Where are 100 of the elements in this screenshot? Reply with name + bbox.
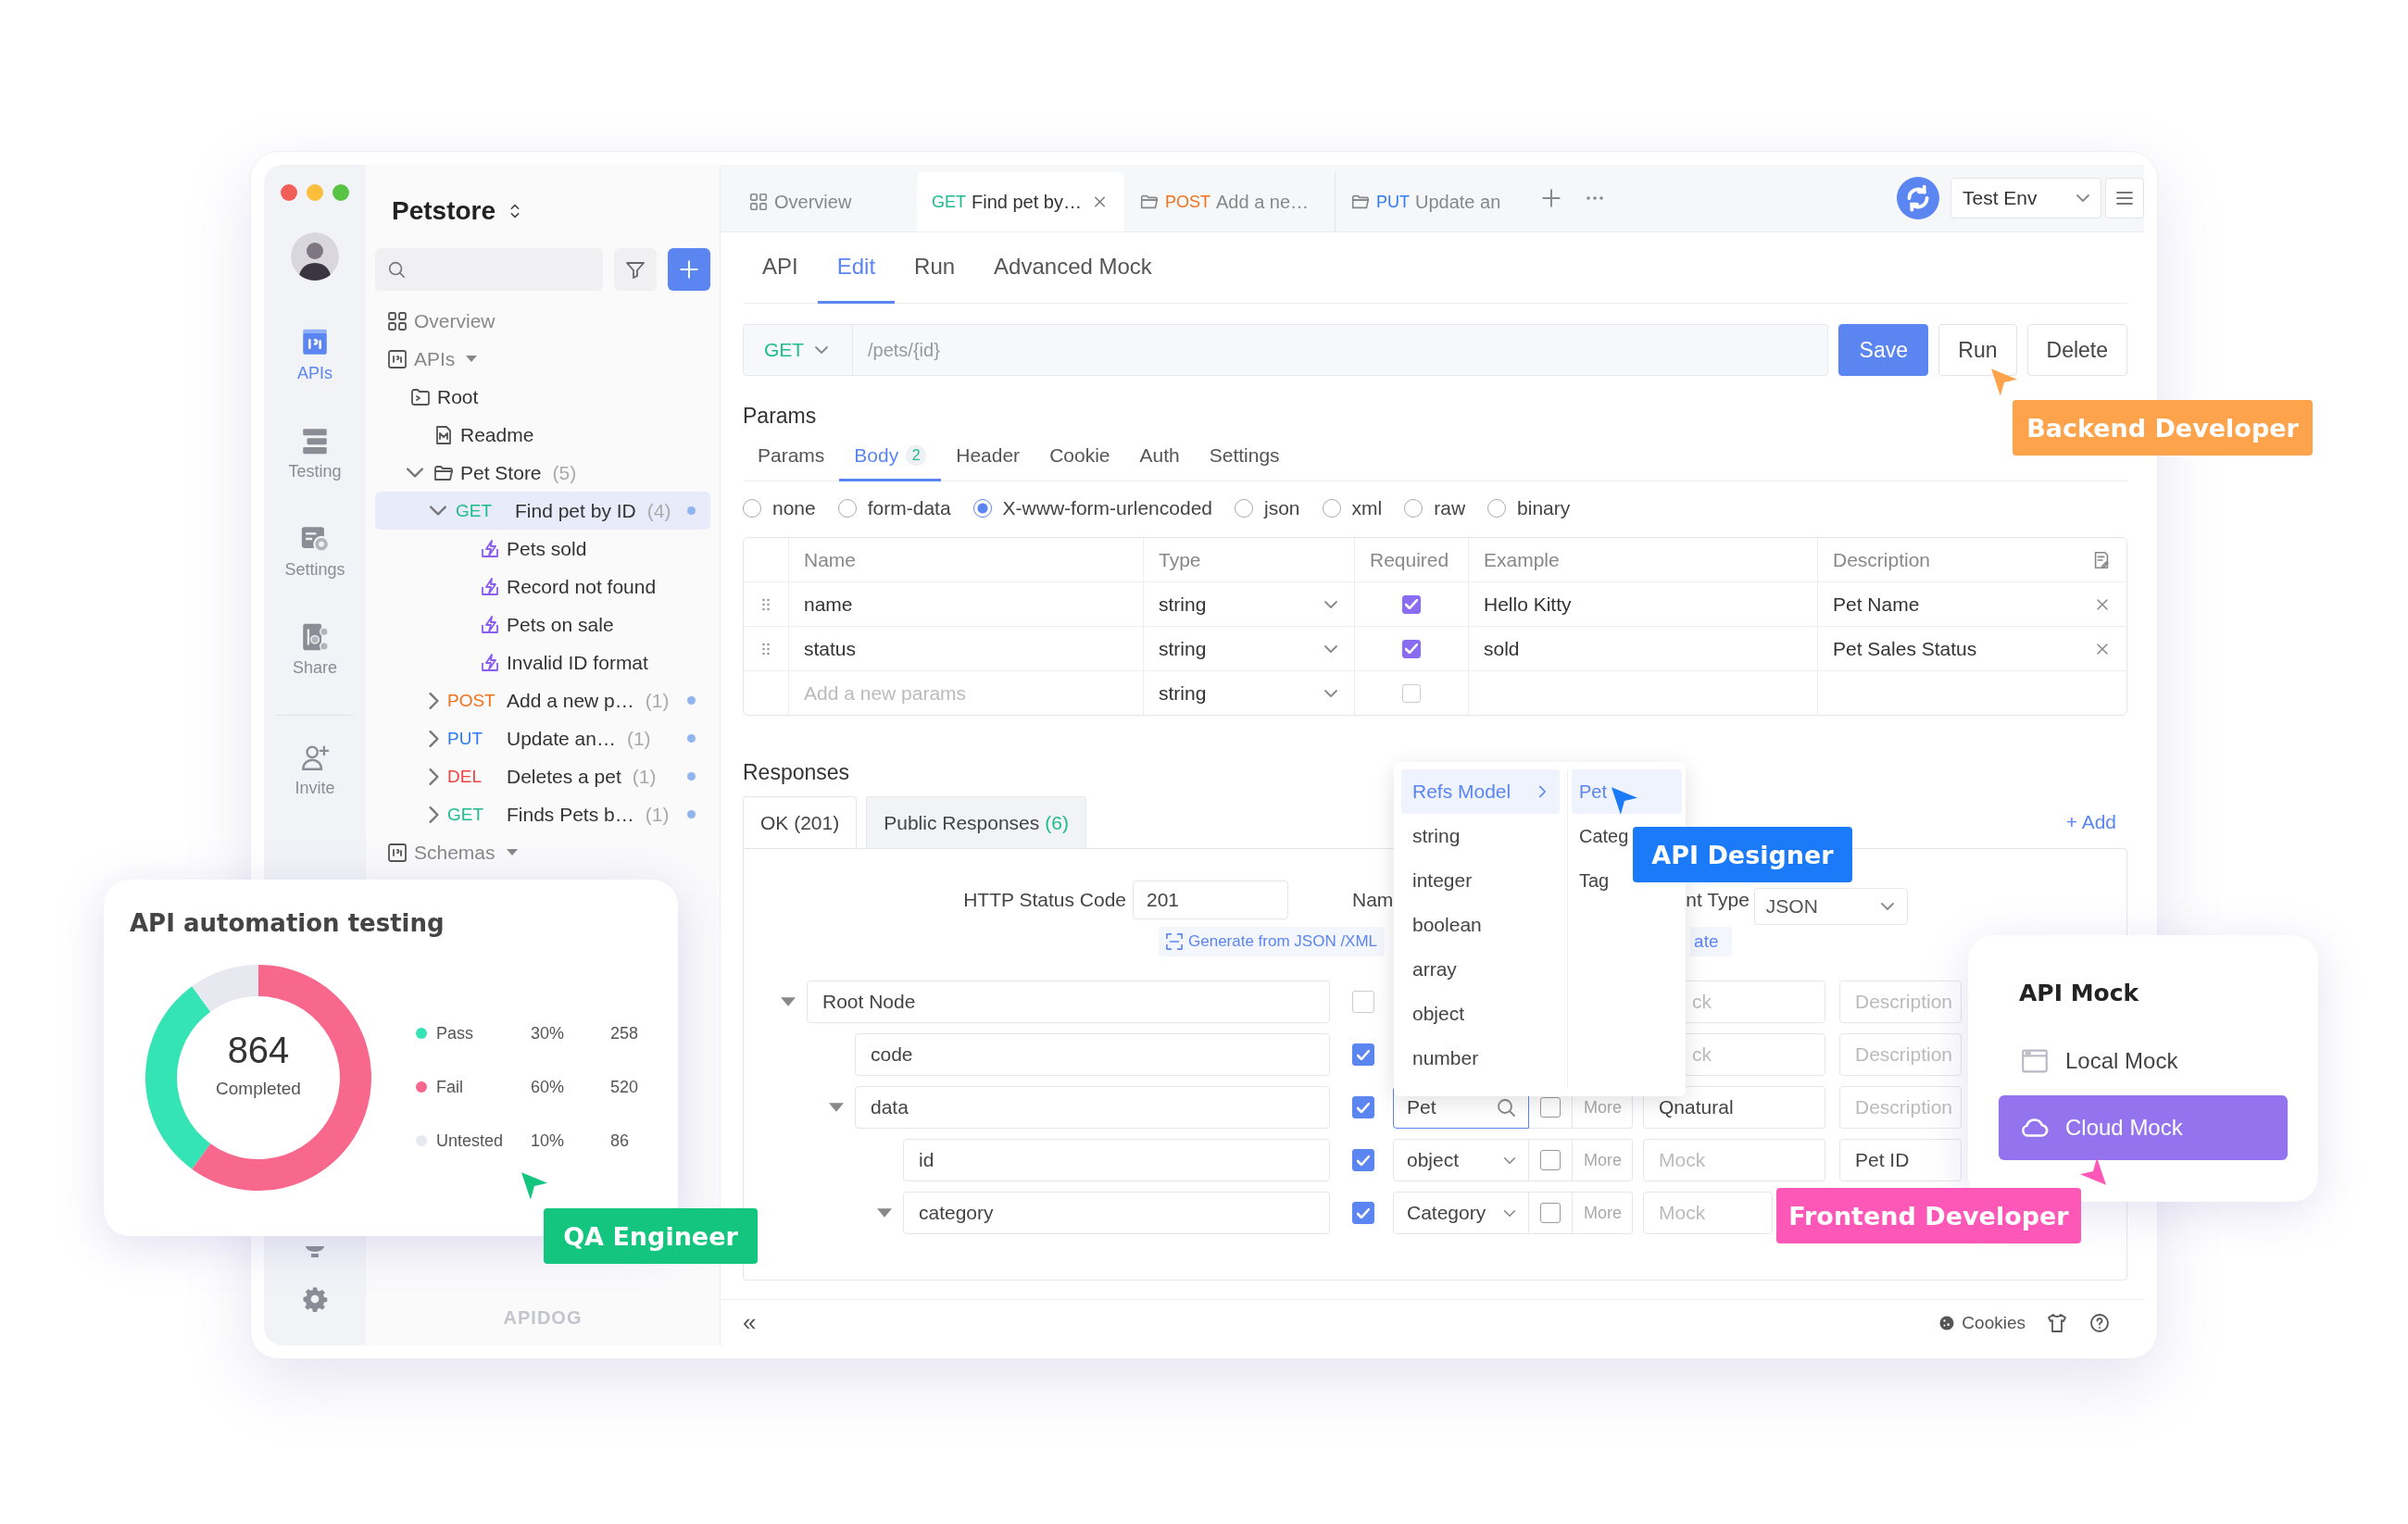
tree-item[interactable]: Record not found bbox=[375, 568, 710, 606]
caret-icon[interactable] bbox=[779, 996, 797, 1007]
bulb-icon[interactable] bbox=[306, 1246, 324, 1257]
tab[interactable]: Settings bbox=[1194, 432, 1295, 481]
checkbox[interactable] bbox=[1352, 1043, 1374, 1066]
collapse-button[interactable]: « bbox=[743, 1308, 757, 1337]
menu-item[interactable]: array bbox=[1401, 947, 1560, 992]
checkbox[interactable] bbox=[1540, 1150, 1561, 1170]
add-button[interactable] bbox=[668, 248, 710, 291]
menu-item[interactable]: string bbox=[1401, 814, 1560, 858]
tab[interactable]: Cookie bbox=[1035, 432, 1125, 481]
menu-item[interactable]: object bbox=[1401, 992, 1560, 1036]
add-link[interactable]: + Add bbox=[2065, 811, 2116, 833]
name-field[interactable]: category bbox=[903, 1192, 1330, 1234]
checkbox[interactable] bbox=[1352, 1096, 1374, 1118]
radio-option[interactable]: X-www-form-urlencoded bbox=[972, 497, 1212, 519]
tree-item[interactable]: Root bbox=[375, 378, 710, 416]
action-button[interactable]: Delete bbox=[2026, 324, 2127, 376]
radio-option[interactable]: raw bbox=[1404, 497, 1466, 519]
chevron-icon[interactable] bbox=[428, 728, 440, 749]
caret-icon[interactable] bbox=[875, 1207, 894, 1218]
chevron-icon[interactable] bbox=[428, 766, 440, 787]
chevron-icon[interactable] bbox=[428, 804, 440, 825]
menu-item[interactable]: number bbox=[1401, 1036, 1560, 1081]
radio-option[interactable]: binary bbox=[1487, 497, 1571, 519]
method-label: POST bbox=[447, 690, 496, 711]
check-icon bbox=[1405, 599, 1418, 609]
menu-item[interactable]: Tag bbox=[1572, 858, 1617, 903]
checkbox[interactable] bbox=[1402, 683, 1421, 703]
tree-item[interactable]: PUT Update an… (1) bbox=[375, 719, 710, 757]
mock-option[interactable]: Local Mock bbox=[1999, 1029, 2288, 1093]
radio-option[interactable]: form-data bbox=[837, 497, 951, 519]
project-title[interactable]: Petstore bbox=[392, 196, 496, 226]
tab[interactable]: Run bbox=[895, 232, 975, 304]
tab[interactable]: Header bbox=[941, 432, 1035, 481]
checkbox[interactable] bbox=[1540, 1097, 1561, 1118]
tab[interactable]: Auth bbox=[1124, 432, 1195, 481]
content-type-select[interactable]: JSON bbox=[1753, 888, 1908, 925]
filter-button[interactable] bbox=[614, 248, 657, 291]
caret-icon[interactable] bbox=[464, 355, 480, 363]
radio-option[interactable]: none bbox=[743, 497, 816, 519]
status-dot bbox=[687, 810, 696, 818]
checkbox[interactable] bbox=[1402, 639, 1421, 658]
tree-item[interactable]: GET Find pet by ID (4) bbox=[375, 492, 710, 530]
cookies-button[interactable]: Cookies bbox=[1938, 1312, 2025, 1333]
settings-icon[interactable] bbox=[301, 1285, 329, 1313]
radio-circle[interactable] bbox=[972, 499, 992, 518]
tree-item[interactable]: Pets on sale bbox=[375, 606, 710, 643]
search-field[interactable] bbox=[375, 248, 603, 291]
mock-field[interactable]: Qnatural bbox=[1643, 1086, 1825, 1129]
menu-button[interactable] bbox=[2105, 178, 2144, 219]
name-field[interactable]: code bbox=[855, 1033, 1330, 1076]
avatar[interactable] bbox=[291, 232, 339, 281]
file-tab[interactable]: GET Find pet by… bbox=[917, 172, 1124, 231]
type-select[interactable]: Category bbox=[1393, 1192, 1529, 1234]
sync-icon[interactable] bbox=[1897, 177, 1939, 219]
name-field[interactable]: data bbox=[855, 1086, 1330, 1129]
checkbox[interactable] bbox=[1352, 1202, 1374, 1224]
mock-option[interactable]: Cloud Mock bbox=[1999, 1095, 2288, 1160]
window-control[interactable] bbox=[281, 184, 297, 201]
tab[interactable]: API bbox=[743, 232, 818, 304]
tree-item[interactable]: POST Add a new p… (1) bbox=[375, 681, 710, 719]
status-code-field[interactable]: 201 bbox=[1133, 881, 1288, 919]
action-button[interactable]: Run bbox=[1938, 324, 2017, 376]
caret-icon[interactable] bbox=[827, 1102, 846, 1113]
caret-icon[interactable] bbox=[504, 848, 520, 856]
name-field[interactable]: Root Node bbox=[807, 981, 1330, 1023]
tab[interactable]: Public Responses (6) bbox=[866, 796, 1086, 848]
tree-item[interactable]: DEL Deletes a pet (1) bbox=[375, 757, 710, 795]
tree-item[interactable]: Pets sold bbox=[375, 530, 710, 568]
chevron-icon[interactable] bbox=[428, 505, 448, 517]
tree-item[interactable]: GET Finds Pets b… (1) bbox=[375, 795, 710, 833]
tab[interactable]: Params bbox=[743, 432, 840, 481]
tree-item[interactable]: Invalid ID format bbox=[375, 643, 710, 681]
name-field[interactable]: id bbox=[903, 1139, 1330, 1181]
type-select[interactable]: object bbox=[1393, 1139, 1529, 1181]
checkbox[interactable] bbox=[1352, 1149, 1374, 1171]
description-field[interactable]: Pet ID bbox=[1839, 1139, 1962, 1181]
document-icon bbox=[386, 841, 408, 864]
radio-option[interactable]: xml bbox=[1322, 497, 1383, 519]
tree-item[interactable]: Pet Store (5) bbox=[375, 454, 710, 492]
type-select[interactable]: string bbox=[1159, 637, 1207, 660]
help-icon[interactable] bbox=[2088, 1311, 2111, 1334]
menu-item[interactable]: integer bbox=[1401, 858, 1560, 903]
type-select[interactable]: string bbox=[1159, 681, 1207, 705]
tab[interactable]: Advanced Mock bbox=[974, 232, 1172, 304]
tree-item[interactable]: Readme bbox=[375, 416, 710, 454]
chevron-icon[interactable] bbox=[428, 690, 440, 711]
checkbox[interactable] bbox=[1540, 1203, 1561, 1223]
radio-option[interactable]: json bbox=[1235, 497, 1300, 519]
type-select[interactable]: string bbox=[1159, 593, 1207, 616]
window-control[interactable] bbox=[332, 184, 349, 201]
tab[interactable]: OK (201) bbox=[743, 796, 858, 849]
checkbox[interactable] bbox=[1352, 991, 1374, 1013]
menu-item[interactable]: boolean bbox=[1401, 903, 1560, 947]
chevron-icon[interactable] bbox=[405, 467, 425, 479]
file-tab[interactable]: PUT Update an bbox=[1336, 172, 1530, 231]
environment-select[interactable]: Test Env bbox=[1950, 178, 2101, 219]
checkbox[interactable] bbox=[1402, 594, 1421, 614]
shirt-icon[interactable] bbox=[2046, 1311, 2068, 1334]
